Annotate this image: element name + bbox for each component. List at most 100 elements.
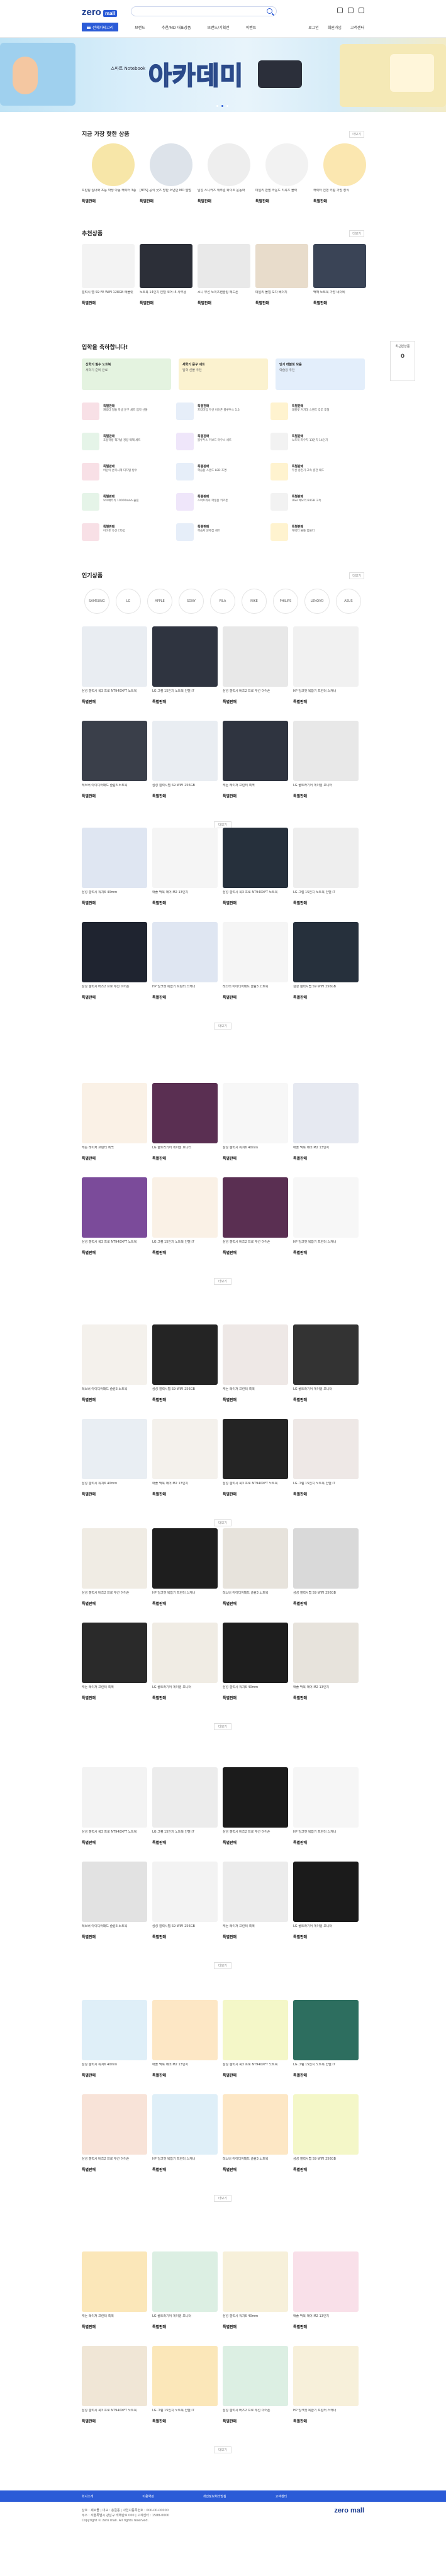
mini-product-card[interactable]: 특별판매 초등학생 책가방 경량 백팩 세트	[82, 433, 170, 455]
promo-card[interactable]: 새학기 문구 세트 입학 선물 추천	[179, 358, 268, 390]
product-card[interactable]: 캐논 레이저 프린터 흑백 특별판매	[223, 721, 288, 799]
product-card[interactable]: LG 그램 15인치 노트북 인텔 i7 특별판매	[152, 626, 218, 704]
banner-dot[interactable]	[226, 105, 228, 107]
product-card[interactable]: 삼성 갤럭시 북3 프로 NT940XFT 노트북 특별판매	[223, 828, 288, 906]
more-button-ranking[interactable]: 더보기	[349, 572, 364, 579]
product-card[interactable]: LG 울트라기어 게이밍 모니터 특별판매	[152, 2251, 218, 2329]
user-icon[interactable]	[337, 8, 343, 13]
brand-chip[interactable]: SAMSUNG	[84, 589, 109, 614]
promo-card[interactable]: 인기 태블릿 모음 학습용 추천	[276, 358, 365, 390]
mini-product-card[interactable]: 특별판매 USB 메모리 64GB 고속	[270, 493, 359, 516]
load-more-button[interactable]: 더보기	[214, 1023, 231, 1030]
product-card[interactable]: 캐릭터 인형 키링 가방 장식 특별판매	[313, 143, 376, 204]
product-card[interactable]: 레노버 아이디어패드 슬림3 노트북 특별판매	[82, 721, 147, 799]
search-bar[interactable]	[131, 6, 277, 16]
product-card[interactable]: HP 잉크젯 복합기 프린터 스캐너 특별판매	[293, 1767, 359, 1845]
product-card[interactable]: 캐논 레이저 프린터 흑백 특별판매	[223, 1862, 288, 1940]
product-card[interactable]: 삼성 갤럭시 버즈2 프로 무선 이어폰 특별판매	[82, 922, 147, 1000]
product-card[interactable]: [BTS] 공식 굿즈 방탄 소년단 MD 앨범 특별판매	[140, 143, 203, 204]
product-card[interactable]: 삼성 갤럭시탭 S9 WIFI 256GB 특별판매	[152, 721, 218, 799]
mini-product-card[interactable]: 특별판매 이어폰 유선 C타입	[82, 523, 170, 546]
product-card[interactable]: 삼성 갤럭시탭 S9 WIFI 256GB 특별판매	[293, 1528, 359, 1606]
product-card[interactable]: 삼성 갤럭시 북3 프로 NT940XFT 노트북 특별판매	[82, 626, 147, 704]
product-card[interactable]: 삼성 갤럭시 북3 프로 NT940XFT 노트북 특별판매	[82, 1177, 147, 1255]
nav-item-exhibit[interactable]: 브랜드/기획전	[208, 25, 230, 30]
product-card[interactable]: 갤럭시 탭 S9 FE WIFI 128GB 태블릿 특별판매	[82, 244, 135, 306]
load-more-button[interactable]: 더보기	[214, 2195, 231, 2202]
brand-chip[interactable]: LG	[116, 589, 141, 614]
product-card[interactable]: 삼성 갤럭시 버즈2 프로 무선 이어폰 특별판매	[223, 626, 288, 704]
load-more-button[interactable]: 더보기	[214, 1962, 231, 1969]
product-card[interactable]: HP 잉크젯 복합기 프린터 스캐너 특별판매	[293, 2346, 359, 2424]
product-card[interactable]: 레노버 아이디어패드 슬림3 노트북 특별판매	[223, 2094, 288, 2172]
login-link[interactable]: 로그인	[308, 25, 319, 30]
product-card[interactable]: 캐논 레이저 프린터 흑백 특별판매	[82, 1083, 147, 1161]
site-logo[interactable]: zero mall	[82, 5, 121, 19]
product-card[interactable]: 캐논 레이저 프린터 흑백 특별판매	[82, 1623, 147, 1701]
product-card[interactable]: 레노버 아이디어패드 슬림3 노트북 특별판매	[82, 1324, 147, 1402]
product-card[interactable]: HP 잉크젯 복합기 프린터 스캐너 특별판매	[293, 1177, 359, 1255]
product-card[interactable]: 삼성 갤럭시 워치6 40mm 특별판매	[82, 1419, 147, 1497]
product-card[interactable]: LG 그램 15인치 노트북 인텔 i7 특별판매	[152, 2346, 218, 2424]
product-card[interactable]: HP 잉크젯 복합기 프린터 스캐너 특별판매	[152, 922, 218, 1000]
more-button-popular[interactable]: 더보기	[349, 131, 364, 138]
product-card[interactable]: 삼성 갤럭시 버즈2 프로 무선 이어폰 특별판매	[223, 1177, 288, 1255]
product-card[interactable]: 애플 맥북 에어 M2 13인치 특별판매	[293, 1623, 359, 1701]
product-card[interactable]: 노트북 14인치 인텔 코어 i5 사무용 특별판매	[140, 244, 192, 306]
product-card[interactable]: 레노버 아이디어패드 슬림3 노트북 특별판매	[223, 1528, 288, 1606]
product-card[interactable]: 삼성 갤럭시 버즈2 프로 무선 이어폰 특별판매	[223, 2346, 288, 2424]
product-card[interactable]: 삼성 갤럭시 북3 프로 NT940XFT 노트북 특별판매	[82, 2346, 147, 2424]
product-card[interactable]: 캐논 레이저 프린터 흑백 특별판매	[82, 2251, 147, 2329]
more-button-recommend[interactable]: 더보기	[349, 230, 364, 237]
search-input[interactable]	[137, 7, 262, 16]
product-card[interactable]: 삼성 갤럭시 버즈2 프로 무선 이어폰 특별판매	[82, 2094, 147, 2172]
brand-chip[interactable]: APPLE	[147, 589, 172, 614]
product-card[interactable]: 삼성 갤럭시 워치6 40mm 특별판매	[82, 2000, 147, 2078]
product-card[interactable]: 삼성 갤럭시 북3 프로 NT940XFT 노트북 특별판매	[223, 1419, 288, 1497]
product-card[interactable]: 삼성 갤럭시 워치6 40mm 특별판매	[223, 1083, 288, 1161]
recent-viewed-widget[interactable]: 최근본상품 0	[390, 341, 415, 381]
load-more-button[interactable]: 더보기	[214, 1723, 231, 1730]
product-card[interactable]: LG 그램 15인치 노트북 인텔 i7 특별판매	[293, 1419, 359, 1497]
product-card[interactable]: 삼성 갤럭시 버즈2 프로 무선 이어폰 특별판매	[223, 1767, 288, 1845]
product-card[interactable]: HP 잉크젯 복합기 프린터 스캐너 특별판매	[152, 1528, 218, 1606]
footer-link-about[interactable]: 회사소개	[82, 2494, 93, 2499]
product-card[interactable]: 데일리 볼캡 모자 베이지 특별판매	[255, 244, 308, 306]
mini-product-card[interactable]: 특별판매 캐릭터 필통 학생 문구 세트 입학 선물	[82, 402, 170, 425]
product-card[interactable]: 소니 무선 노이즈캔슬링 헤드폰 특별판매	[198, 244, 250, 306]
load-more-button[interactable]: 더보기	[214, 2446, 231, 2453]
mini-product-card[interactable]: 특별판매 스마트워치 학생용 키즈폰	[176, 493, 264, 516]
cart-icon[interactable]	[348, 8, 354, 13]
nav-item-recommend[interactable]: 추천/MD 대표상품	[162, 25, 191, 30]
mini-product-card[interactable]: 특별판매 어린이 손목시계 디지털 방수	[82, 463, 170, 486]
mini-product-card[interactable]: 특별판매 노트북 파우치 13인치 14인치	[270, 433, 359, 455]
product-card[interactable]: 캐논 레이저 프린터 흑백 특별판매	[223, 1324, 288, 1402]
nav-item-brand[interactable]: 브랜드	[135, 25, 145, 30]
product-card[interactable]: HP 잉크젯 복합기 프린터 스캐너 특별판매	[293, 626, 359, 704]
product-card[interactable]: 애플 맥북 에어 M2 13인치 특별판매	[152, 2000, 218, 2078]
mini-product-card[interactable]: 특별판매 무선 충전기 고속 충전 패드	[270, 463, 359, 486]
category-button[interactable]: 전체카테고리	[82, 23, 119, 31]
brand-chip[interactable]: ASUS	[336, 589, 361, 614]
product-card[interactable]: LG 울트라기어 게이밍 모니터 특별판매	[152, 1623, 218, 1701]
product-card[interactable]: 삼성 갤럭시 워치6 40mm 특별판매	[223, 2251, 288, 2329]
banner-dot[interactable]	[216, 105, 218, 107]
mini-product-card[interactable]: 특별판매 학습용 스탠드 LED 조명	[176, 463, 264, 486]
load-more-button[interactable]: 더보기	[214, 1278, 231, 1285]
nav-item-event[interactable]: 이벤트	[246, 25, 257, 30]
product-card[interactable]: 삼성 갤럭시 워치6 40mm 특별판매	[223, 1623, 288, 1701]
product-card[interactable]: 애플 맥북 에어 M2 13인치 특별판매	[293, 1083, 359, 1161]
product-card[interactable]: 삼성 갤럭시 워치6 40mm 특별판매	[82, 828, 147, 906]
product-card[interactable]: 삼성 갤럭시 북3 프로 NT940XFT 노트북 특별판매	[82, 1767, 147, 1845]
mini-product-card[interactable]: 특별판매 블루투스 키보드 마우스 세트	[176, 433, 264, 455]
product-card[interactable]: 삼성 갤럭시 북3 프로 NT940XFT 노트북 특별판매	[223, 2000, 288, 2078]
product-card[interactable]: 삼성 갤럭시탭 S9 WIFI 256GB 특별판매	[152, 1862, 218, 1940]
product-card[interactable]: 삼성 갤럭시탭 S9 WIFI 256GB 특별판매	[293, 2094, 359, 2172]
product-card[interactable]: 삼성 갤럭시 버즈2 프로 무선 이어폰 특별판매	[82, 1528, 147, 1606]
mini-product-card[interactable]: 특별판매 태블릿 거치대 스탠드 각도 조절	[270, 402, 359, 425]
product-card[interactable]: LG 그램 15인치 노트북 인텔 i7 특별판매	[293, 828, 359, 906]
product-card[interactable]: 레노버 아이디어패드 슬림3 노트북 특별판매	[223, 922, 288, 1000]
product-card[interactable]: 레노버 아이디어패드 슬림3 노트북 특별판매	[82, 1862, 147, 1940]
product-card[interactable]: LG 그램 15인치 노트북 인텔 i7 특별판매	[152, 1177, 218, 1255]
product-card[interactable]: LG 그램 15인치 노트북 인텔 i7 특별판매	[152, 1767, 218, 1845]
